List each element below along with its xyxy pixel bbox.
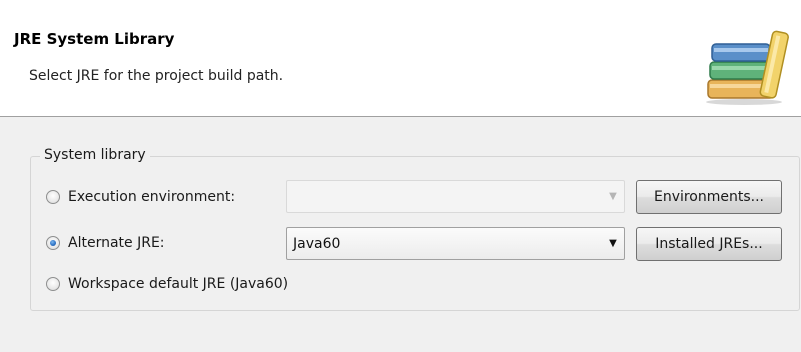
execution-environment-radio[interactable]: Execution environment: [46,189,235,205]
alternate-jre-radio[interactable]: Alternate JRE: [46,235,165,251]
books-library-icon [706,30,789,105]
workspace-default-jre-label: Workspace default JRE (Java60) [68,276,289,292]
chevron-down-icon[interactable]: ▼ [602,238,624,249]
page-title: JRE System Library [14,30,175,48]
radio-indicator[interactable] [46,277,60,291]
radio-indicator[interactable] [46,236,60,250]
chevron-down-icon: ▼ [609,191,617,202]
execution-environment-combo: ▼ [286,180,625,213]
execution-environment-label: Execution environment: [68,189,236,205]
alternate-jre-label: Alternate JRE: [68,235,165,251]
alternate-jre-combo[interactable]: Java60 ▼ [286,227,625,260]
installed-jres-button[interactable]: Installed JREs... [636,227,782,261]
wizard-header: JRE System Library Select JRE for the pr… [0,0,801,117]
combo-value: Java60 [293,235,341,252]
page-description: Select JRE for the project build path. [29,68,284,84]
radio-indicator[interactable] [46,190,60,204]
workspace-default-jre-radio[interactable]: Workspace default JRE (Java60) [46,276,288,292]
system-library-legend: System library [40,147,150,163]
environments-button[interactable]: Environments... [636,180,782,214]
